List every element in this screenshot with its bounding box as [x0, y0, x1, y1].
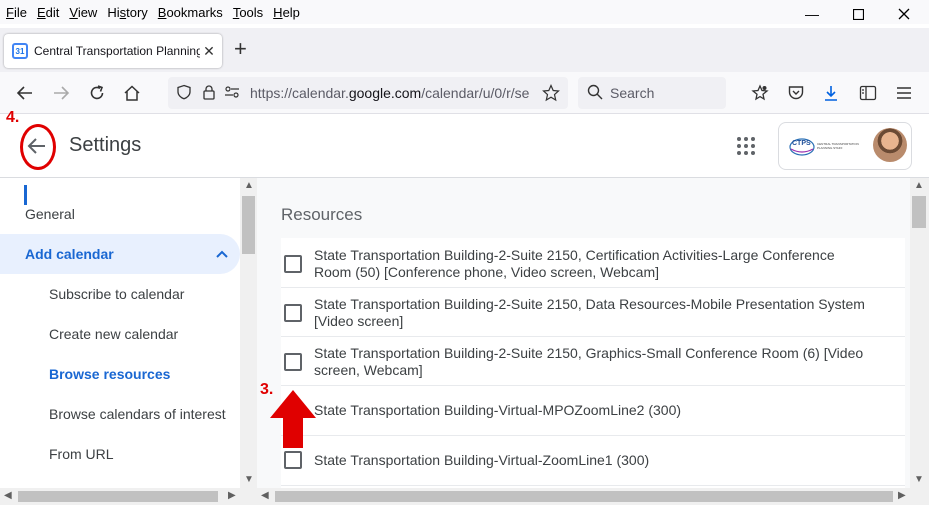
- active-indicator: [24, 185, 27, 205]
- scroll-right-arrow-icon[interactable]: ▶: [898, 490, 906, 501]
- reload-icon[interactable]: [84, 80, 110, 106]
- resource-row[interactable]: State Transportation Building-2-Suite 21…: [281, 288, 905, 337]
- hamburger-menu-icon[interactable]: [891, 80, 917, 106]
- resource-label: State Transportation Building-Virtual-MP…: [314, 402, 682, 418]
- url-path: /calendar/u/0/r/se: [421, 85, 530, 101]
- menu-edit[interactable]: Edit: [33, 5, 63, 20]
- resource-label: State Transportation Building-Virtual-Zo…: [314, 452, 650, 468]
- sidebar-scroll-thumb[interactable]: [242, 196, 255, 254]
- settings-header: Settings CTPS CENTRAL TRANSPORTATION PLA…: [0, 114, 929, 178]
- bookmark-star-icon[interactable]: [542, 84, 560, 105]
- close-tab-icon[interactable]: ✕: [200, 43, 218, 60]
- menu-view[interactable]: View: [65, 5, 101, 20]
- url-prefix: https://calendar.: [250, 85, 349, 101]
- menu-bookmarks[interactable]: Bookmarks: [154, 5, 227, 20]
- section-heading: Resources: [281, 205, 363, 224]
- menu-file[interactable]: File: [0, 5, 31, 20]
- tab-strip: 31 Central Transportation Planning ✕: [0, 28, 929, 72]
- new-tab-icon[interactable]: +: [234, 38, 247, 60]
- search-box[interactable]: Search: [578, 77, 726, 109]
- resource-row[interactable]: State Transportation Building-Virtual-MP…: [281, 386, 905, 436]
- sidebar-item-browse-interest[interactable]: Browse calendars of interest: [0, 394, 240, 434]
- back-arrow-icon[interactable]: [12, 80, 38, 106]
- apps-grid-icon[interactable]: [735, 135, 757, 157]
- resource-label: State Transportation Building-2-Suite 21…: [314, 247, 835, 280]
- resource-row[interactable]: State Transportation Building-2-Suite 21…: [281, 238, 905, 288]
- page-title: Settings: [69, 134, 142, 156]
- scroll-up-arrow-icon[interactable]: ▲: [914, 180, 924, 191]
- resource-list: State Transportation Building-2-Suite 21…: [281, 238, 905, 488]
- settings-sidebar: General Add calendar Subscribe to calend…: [0, 178, 240, 488]
- resource-label: State Transportation Building-2-Suite 21…: [314, 345, 864, 378]
- sidebar-horizontal-thumb[interactable]: [18, 491, 218, 502]
- resource-row[interactable]: State Transportation Building-Virtual-Zo…: [281, 436, 905, 486]
- avatar[interactable]: [873, 128, 907, 162]
- google-calendar-icon: 31: [12, 43, 28, 59]
- permissions-icon[interactable]: [224, 85, 240, 102]
- annotation-circle: [20, 124, 56, 170]
- main-scroll-thumb[interactable]: [912, 196, 926, 228]
- menu-history[interactable]: History: [103, 5, 151, 20]
- resource-checkbox[interactable]: [284, 353, 302, 371]
- tab-title: Central Transportation Planning: [34, 44, 200, 58]
- sidebar-item-add-calendar[interactable]: Add calendar: [0, 234, 240, 274]
- tab-calendar[interactable]: 31 Central Transportation Planning ✕: [4, 34, 222, 68]
- sidebar-item-from-url[interactable]: From URL: [0, 434, 240, 474]
- url-bar[interactable]: https://calendar. google.com/calendar/u/0…: [168, 77, 568, 109]
- sidebar-item-general[interactable]: General: [0, 194, 240, 234]
- scroll-down-arrow-icon[interactable]: ▼: [244, 474, 254, 485]
- scroll-right-arrow-icon[interactable]: ▶: [228, 490, 236, 501]
- menu-tools[interactable]: Tools: [229, 5, 267, 20]
- sidebar-item-browse-resources[interactable]: Browse resources: [0, 354, 240, 394]
- pocket-icon[interactable]: [783, 80, 809, 106]
- chevron-up-icon[interactable]: [215, 247, 229, 264]
- close-window-icon[interactable]: [881, 0, 927, 28]
- ctps-logo: CTPS CENTRAL TRANSPORTATION PLANNING STA…: [789, 137, 869, 157]
- sidebar-item-create-calendar[interactable]: Create new calendar: [0, 314, 240, 354]
- minimize-icon[interactable]: —: [789, 0, 835, 28]
- forward-arrow-icon[interactable]: [48, 80, 74, 106]
- url-domain: google.com: [348, 85, 422, 101]
- resource-checkbox[interactable]: [284, 451, 302, 469]
- sidebar-item-subscribe[interactable]: Subscribe to calendar: [0, 274, 240, 314]
- extensions-icon[interactable]: [747, 80, 773, 106]
- resource-row[interactable]: State Transportation Building-2-Suite 21…: [281, 337, 905, 386]
- maximize-icon[interactable]: [835, 0, 881, 28]
- scroll-down-arrow-icon[interactable]: ▼: [914, 474, 924, 485]
- search-placeholder: Search: [610, 85, 655, 101]
- resource-checkbox[interactable]: [284, 255, 302, 273]
- lock-icon[interactable]: [202, 84, 216, 103]
- home-icon[interactable]: [119, 80, 145, 106]
- scroll-up-arrow-icon[interactable]: ▲: [244, 180, 254, 191]
- menu-help[interactable]: Help: [269, 5, 304, 20]
- download-icon[interactable]: [818, 80, 844, 106]
- scroll-left-arrow-icon[interactable]: ◀: [261, 490, 269, 501]
- annotation-arrow-icon: [268, 388, 318, 450]
- shield-icon[interactable]: [176, 84, 192, 103]
- resource-label: State Transportation Building-2-Suite 21…: [314, 296, 865, 329]
- sidebar-toggle-icon[interactable]: [855, 80, 881, 106]
- navigation-toolbar: https://calendar. google.com/calendar/u/0…: [0, 72, 929, 114]
- search-icon: [587, 84, 603, 103]
- main-horizontal-thumb[interactable]: [275, 491, 893, 502]
- resource-checkbox[interactable]: [284, 304, 302, 322]
- annotation-step-4: 4.: [6, 109, 20, 126]
- scroll-left-arrow-icon[interactable]: ◀: [4, 490, 12, 501]
